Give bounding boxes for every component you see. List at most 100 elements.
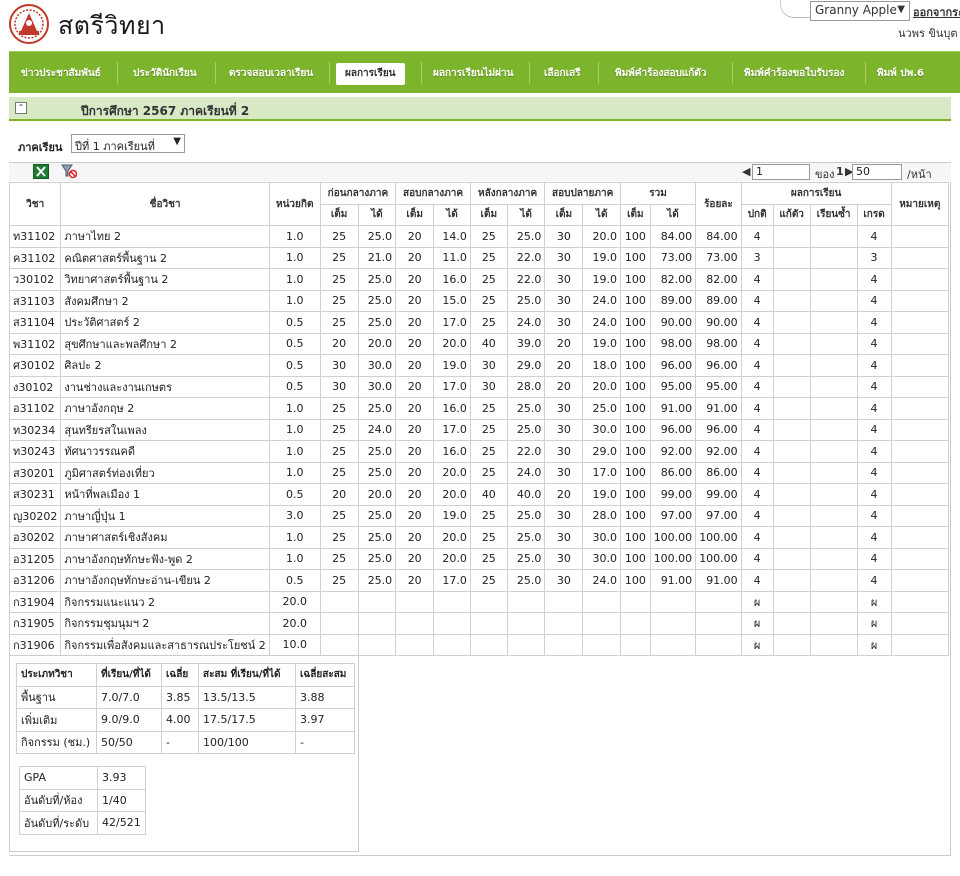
table-row[interactable]: อ31206 ภาษาอังกฤษทักษะอ่าน-เขียน 2 0.5 25 25…	[8, 569, 950, 592]
chevron-down-icon: ▼	[173, 136, 181, 147]
table-row[interactable]: ส31104 ประวัติศาสตร์ 2 0.5 25 25.0 20 17.0 25 24…	[8, 311, 950, 334]
table-cell: 25.0	[357, 311, 397, 334]
table-cell: 18.0	[582, 354, 621, 377]
col-credit[interactable]: หน่วยกิต	[268, 182, 321, 226]
table-cell: 1.0	[268, 440, 321, 463]
table-cell: 24.0	[506, 461, 546, 484]
table-row[interactable]: ง30102 งานช่างและงานเกษตร 0.5 30 30.0 20 17.0 3…	[8, 375, 950, 398]
nav-print-certificate[interactable]: พิมพ์คำร้องขอใบรับรอง	[744, 63, 844, 85]
col-percent[interactable]: ร้อยละ	[695, 182, 742, 226]
user-select[interactable]: Granny Apple ▼	[810, 1, 910, 21]
table-row[interactable]: ท31102 ภาษาไทย 2 1.0 25 25.0 20 14.0 25 25.0 30 20…	[8, 225, 950, 248]
table-row[interactable]: ก31906 กิจกรรมเพื่อสังคมและสาธารณประโยชน์…	[8, 633, 950, 656]
nav-failed[interactable]: ผลการเรียนไม่ผ่าน	[433, 63, 513, 85]
table-cell: 30.0	[582, 547, 621, 570]
table-row[interactable]: ศ30102 ศิลปะ 2 0.5 30 30.0 20 19.0 30 29.0 20 18.0…	[8, 354, 950, 377]
clear-filter-icon[interactable]	[61, 164, 77, 179]
table-cell: 20	[544, 332, 584, 355]
nav-elective[interactable]: เลือกเสรี	[544, 63, 581, 85]
main-nav: ข่าวประชาสัมพันธ์ ประวัตินักเรียน ตรวจสอ…	[9, 51, 960, 93]
logout-link[interactable]: ออกจากระ	[913, 3, 960, 21]
sum-cell: 17.5/17.5	[198, 708, 296, 732]
table-cell	[890, 547, 950, 570]
nav-attendance[interactable]: ตรวจสอบเวลาเรียน	[229, 63, 313, 85]
table-row[interactable]: ส30231 หน้าที่พลเมือง 1 0.5 20 20.0 20 20.0 40 4…	[8, 483, 950, 506]
table-cell: ประวัติศาสตร์ 2	[60, 311, 270, 334]
group-after-mid: หลังกลางภาค	[469, 182, 546, 205]
table-cell: 25.0	[357, 397, 397, 420]
table-row[interactable]: ค31102 คณิตศาสตร์พื้นฐาน 2 1.0 25 21.0 20 11.0…	[8, 246, 950, 269]
table-row[interactable]: ญ30202 ภาษาญี่ปุ่น 1 3.0 25 25.0 20 19.0 25 25.0…	[8, 504, 950, 527]
table-cell: 30	[544, 225, 584, 248]
table-cell: อ31206	[8, 569, 62, 592]
nav-print-retest[interactable]: พิมพ์คำร้องสอบแก้ตัว	[615, 63, 706, 85]
table-row[interactable]: อ31205 ภาษาอังกฤษทักษะฟัง-พูด 2 1.0 25 25.0 2…	[8, 547, 950, 570]
table-cell: 14.0	[433, 225, 471, 248]
table-cell	[890, 246, 950, 269]
sum-cell: -	[161, 730, 199, 754]
table-cell	[890, 289, 950, 312]
table-cell: 25	[319, 504, 359, 527]
per-page-input[interactable]: 50	[852, 164, 902, 180]
semester-select[interactable]: ปีที่ 1 ภาคเรียนที่ ▼	[71, 134, 185, 153]
table-cell: 20	[395, 547, 435, 570]
table-cell: 1.0	[268, 289, 321, 312]
table-cell: 4	[740, 225, 774, 248]
table-row[interactable]: อ31102 ภาษาอังกฤษ 2 1.0 25 25.0 20 16.0 25 25.0 3…	[8, 397, 950, 420]
col-code[interactable]: วิชา	[8, 182, 62, 226]
col-name[interactable]: ชื่อวิชา	[60, 182, 270, 226]
col-note[interactable]: หมายเหตุ	[890, 182, 950, 226]
nav-print-pp6[interactable]: พิมพ์ ปพ.6	[877, 63, 924, 85]
gpa-table: GPA 3.93 อันดับที่/ห้อง 1/40 อันดับที่/ระด…	[19, 766, 146, 835]
table-row[interactable]: ท30234 สุนทรียรสในเพลง 1.0 25 24.0 20 17.0 25 25…	[8, 418, 950, 441]
nav-results[interactable]: ผลการเรียน	[336, 63, 405, 85]
nav-separator	[215, 62, 216, 84]
table-cell: 0.5	[268, 354, 321, 377]
table-cell	[772, 397, 811, 420]
collapse-icon[interactable]: ⌃	[15, 102, 27, 114]
table-cell: 20.0	[433, 526, 471, 549]
excel-export-icon[interactable]	[33, 164, 49, 179]
table-cell: 4	[740, 289, 774, 312]
site-name: สตรีวิทยา	[58, 11, 166, 40]
table-cell: 100	[620, 526, 651, 549]
table-cell: 0.5	[268, 483, 321, 506]
nav-separator	[529, 62, 530, 84]
table-cell: ผ	[856, 633, 892, 656]
group-midterm: สอบกลางภาค	[395, 182, 471, 205]
table-cell: 20	[544, 375, 584, 398]
table-cell: 30	[544, 569, 584, 592]
table-cell: 100	[620, 504, 651, 527]
table-cell: 100	[620, 418, 651, 441]
nav-news[interactable]: ข่าวประชาสัมพันธ์	[21, 63, 101, 85]
table-cell: 91.00	[695, 569, 742, 592]
table-row[interactable]: อ30202 ภาษาศาสตร์เชิงสังคม 1.0 25 25.0 20 20.0…	[8, 526, 950, 549]
table-row[interactable]: ว30102 วิทยาศาสตร์พื้นฐาน 2 1.0 25 25.0 20 16.…	[8, 268, 950, 291]
table-cell: หน้าที่พลเมือง 1	[60, 483, 270, 506]
table-row[interactable]: พ31102 สุขศึกษาและพลศึกษา 2 0.5 20 20.0 20 20.…	[8, 332, 950, 355]
nav-profile[interactable]: ประวัตินักเรียน	[133, 63, 197, 85]
table-cell	[890, 354, 950, 377]
table-cell: ว30102	[8, 268, 62, 291]
table-cell: 30.0	[582, 526, 621, 549]
table-cell	[890, 612, 950, 635]
table-cell: 25.0	[357, 461, 397, 484]
table-cell	[544, 590, 584, 613]
table-cell: ผ	[856, 612, 892, 635]
sum-cell: 3.88	[295, 685, 355, 709]
table-cell: 20	[544, 483, 584, 506]
table-cell: 21.0	[357, 246, 397, 269]
table-cell	[890, 633, 950, 656]
table-cell: 100	[620, 547, 651, 570]
page-input[interactable]: 1	[752, 164, 810, 180]
table-cell	[809, 483, 858, 506]
table-row[interactable]: ส31103 สังคมศึกษา 2 1.0 25 25.0 20 15.0 25 25.0 3…	[8, 289, 950, 312]
table-cell: ทัศนาวรรณคดี	[60, 440, 270, 463]
table-row[interactable]: ส30201 ภูมิศาสตร์ท่องเที่ยว 1.0 25 25.0 20 20.…	[8, 461, 950, 484]
table-cell: 96.00	[649, 418, 697, 441]
table-row[interactable]: ท30243 ทัศนาวรรณคดี 1.0 25 25.0 20 16.0 25 22.0 3…	[8, 440, 950, 463]
prev-page-icon[interactable]: ◀	[742, 165, 750, 178]
table-row[interactable]: ก31905 กิจกรรมชุมนุมฯ 2 20.0 ผ ผ	[8, 612, 950, 635]
gpa-value: 3.93	[97, 766, 146, 790]
table-row[interactable]: ก31904 กิจกรรมแนะแนว 2 20.0 ผ ผ	[8, 590, 950, 613]
